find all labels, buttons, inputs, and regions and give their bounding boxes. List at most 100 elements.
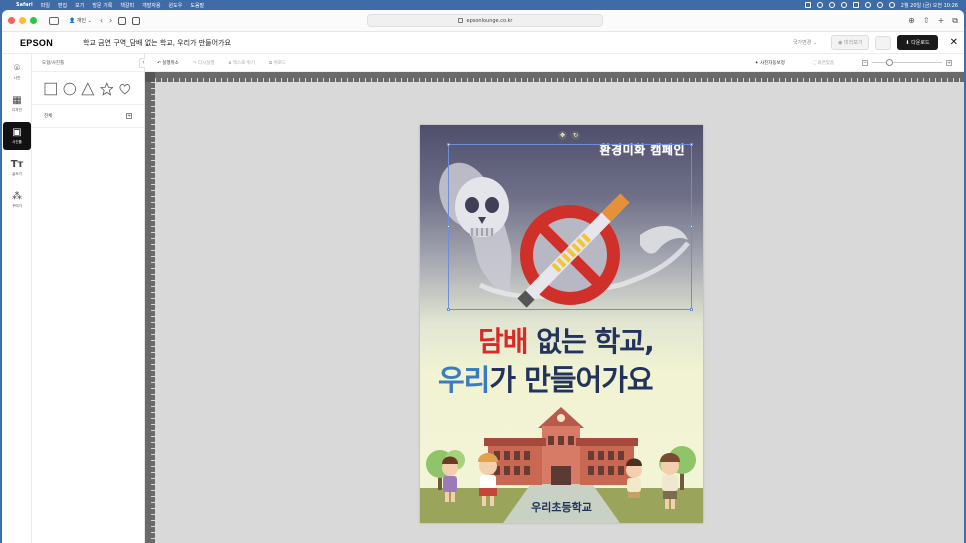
selection-box[interactable] [447,143,693,311]
star-shape-icon[interactable] [99,82,114,96]
headline-rest: 없는 학교, [527,325,654,358]
square-shape-icon[interactable] [44,82,58,96]
camera-icon: ⌾ [14,62,20,74]
back-icon[interactable]: ‹ [100,16,103,25]
bring-front-button[interactable]: ⧈ 맥스로 위기 [229,60,255,66]
browser-window: 👤 개인 ⌄ ‹ › epsonlounge.co.kr ⊕ ⇧ + ⧉ EPS… [2,10,964,543]
headline-line-2[interactable]: 우리가 만들어가요 [438,357,654,399]
download-button[interactable]: ⬇ 다운로드 [897,35,938,50]
close-icon[interactable]: ✕ [950,37,958,48]
menu-app[interactable]: Safari [16,2,33,8]
menu-help[interactable]: 도움말 [190,2,204,9]
move-icon[interactable]: ✥ [558,131,567,140]
auto-enhance-label: 사진자동보정 [760,60,785,66]
rail-label: 사진틀 [12,139,22,144]
extension-icon[interactable] [118,16,127,25]
download-icon[interactable]: ⊕ [908,16,915,25]
text-icon: Tт [10,158,24,170]
status-icon[interactable] [840,2,847,8]
menu-view[interactable]: 보기 [75,2,84,9]
close-window-icon[interactable] [8,17,15,24]
preview-button[interactable]: ◉ 미리보기 [831,35,870,50]
zoom-control: − + [862,59,952,66]
language-select[interactable]: 국가변경 ⌄ [793,39,817,46]
selection-tools: ✥ ↻ [558,131,580,140]
circle-shape-icon[interactable] [63,82,77,96]
resize-handle[interactable] [447,225,450,228]
editor-toolbar: ↶ 실행취소 ↷ 다시실행 ⧈ 맥스로 위기 ⧉ 위로드 ✦ 사진자동보정 ⛶ … [145,54,964,72]
zoom-window-icon[interactable] [30,17,37,24]
status-icon[interactable] [828,2,835,8]
menu-file[interactable]: 파일 [41,2,50,9]
group-button[interactable]: ⧉ 위로드 [269,60,286,66]
bring-front-label: 맥스로 위기 [232,60,255,66]
new-tab-icon[interactable]: + [938,16,945,25]
tab-overview-icon[interactable]: ⧉ [952,16,958,26]
zoom-slider[interactable] [872,59,942,66]
resize-handle[interactable] [447,143,450,146]
section-label: 전체 [44,114,53,119]
resize-handle[interactable] [447,308,450,311]
fit-screen-button[interactable]: ⛶ 화면맞춤 [813,60,834,66]
macos-menubar: Safari 파일 편집 보기 방문 기록 책갈피 개발자용 윈도우 도움말 2… [0,0,966,10]
browser-toolbar: 👤 개인 ⌄ ‹ › epsonlounge.co.kr ⊕ ⇧ + ⧉ [2,10,964,32]
download-label: 다운로드 [911,40,930,46]
menu-bookmarks[interactable]: 책갈피 [120,2,134,9]
group-label: 위로드 [273,60,287,66]
ruler-horizontal [155,72,964,82]
menu-window[interactable]: 윈도우 [169,2,183,9]
rail-label: 꾸미기 [12,203,22,208]
expand-icon[interactable]: + [126,113,132,119]
panel-title: 도형/사진틀 [32,54,144,72]
poster-page[interactable]: 환경미화 캠페인 ✥ ↻ 담배 없는 학교, 우리가 만들어가요 우리초등학교 [420,125,703,523]
forward-icon[interactable]: › [109,16,112,25]
sidebar-toggle-icon[interactable] [49,16,59,25]
menu-history[interactable]: 방문 기록 [92,2,112,9]
minimize-window-icon[interactable] [19,17,26,24]
search-icon[interactable] [876,2,883,8]
app-header: EPSON 학교 금연 구역_담배 없는 학교, 우리가 만들어가요 국가변경 … [2,32,964,54]
menu-develop[interactable]: 개발자용 [142,2,160,9]
wifi-icon[interactable] [864,2,871,8]
rail-item-frame[interactable]: ▣ 사진틀 [3,122,31,150]
address-bar[interactable]: epsonlounge.co.kr [367,14,603,27]
profile-button[interactable]: 👤 개인 ⌄ [69,17,92,24]
triangle-shape-icon[interactable] [81,82,95,96]
canvas-area[interactable]: 환경미화 캠페인 ✥ ↻ 담배 없는 학교, 우리가 만들어가요 우리초등학교 [145,72,964,543]
rotate-icon[interactable]: ↻ [571,131,580,140]
battery-icon[interactable] [852,2,859,8]
undo-label: 실행취소 [162,60,179,66]
heart-shape-icon[interactable] [118,82,132,96]
status-icon[interactable] [804,2,811,8]
zoom-in-icon[interactable]: + [946,59,952,66]
share-icon[interactable]: ⇧ [923,16,930,25]
rail-item-decorate[interactable]: ⁂ 꾸미기 [3,186,31,214]
menubar-status: 2월 20일 (금) 오전 10:26 [804,2,958,9]
menu-edit[interactable]: 편집 [58,2,67,9]
undo-button[interactable]: ↶ 실행취소 [157,60,179,66]
rail-item-design[interactable]: ▦ 디자인 [3,90,31,118]
redo-button[interactable]: ↷ 다시실행 [193,60,215,66]
browser-actions: ⊕ ⇧ + ⧉ [908,16,958,26]
document-title[interactable]: 학교 금연 구역_담배 없는 학교, 우리가 만들어가요 [83,38,231,48]
headline-line-1[interactable]: 담배 없는 학교, [478,320,655,360]
control-center-icon[interactable] [888,2,895,8]
site-icon [457,18,463,23]
school-name[interactable]: 우리초등학교 [420,499,703,515]
menubar-clock[interactable]: 2월 20일 (금) 오전 10:26 [901,2,958,9]
section-all[interactable]: 전체 + [32,105,144,128]
zoom-slider-knob[interactable] [886,59,893,66]
rail-item-photo[interactable]: ⌾ 사진 [3,58,31,86]
resize-handle[interactable] [690,308,693,311]
rail-item-text[interactable]: Tт 글쓰기 [3,154,31,182]
resize-handle[interactable] [690,143,693,146]
resize-handle[interactable] [690,225,693,228]
rail-label: 디자인 [12,107,22,112]
epson-logo[interactable]: EPSON [20,38,53,48]
extension-icon[interactable] [132,16,141,25]
status-icon[interactable] [816,2,823,8]
save-icon[interactable] [875,35,892,50]
auto-enhance-button[interactable]: ✦ 사진자동보정 [755,60,785,66]
zoom-out-icon[interactable]: − [862,59,868,66]
language-label: 국가변경 [792,40,812,46]
